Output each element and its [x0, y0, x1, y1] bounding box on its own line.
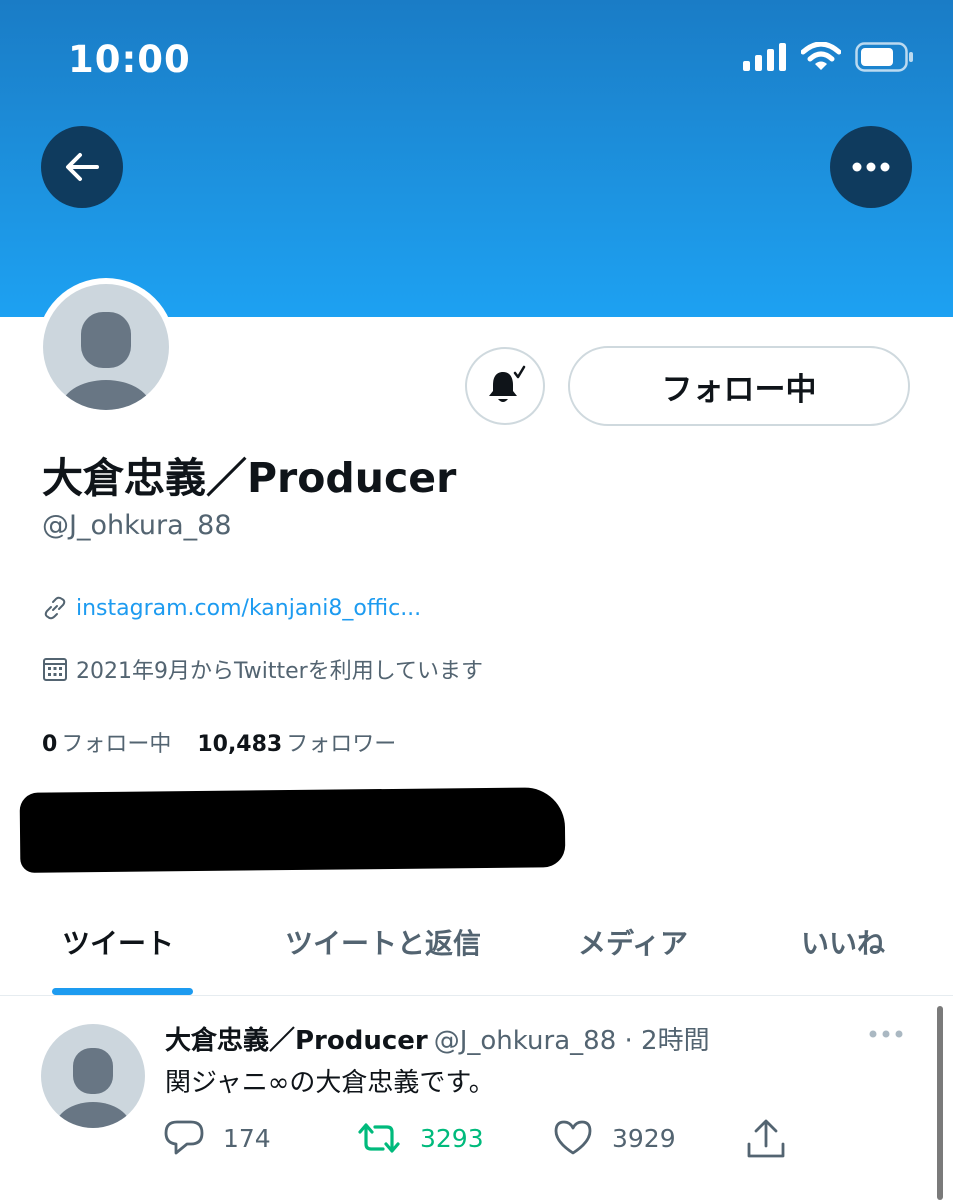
active-tab-indicator: [52, 988, 193, 995]
reply-button[interactable]: 174: [163, 1118, 271, 1158]
battery-icon: [855, 42, 913, 72]
retweet-count: 3293: [420, 1123, 484, 1153]
follow-counts: 0 フォロー中 10,483 フォロワー: [42, 726, 396, 758]
more-icon: [852, 162, 890, 172]
profile-handle: @J_ohkura_88: [42, 510, 232, 541]
notifications-button[interactable]: [465, 347, 545, 425]
redacted-area: [19, 787, 566, 873]
back-arrow-icon: [66, 153, 99, 181]
tab-tweets[interactable]: ツイート: [62, 922, 174, 962]
signal-icon: [743, 43, 786, 71]
following-count-number: 0: [42, 732, 58, 757]
profile-avatar[interactable]: [37, 278, 175, 416]
followers-count-number: 10,483: [197, 732, 283, 757]
default-avatar-icon: [60, 312, 152, 410]
more-icon: [869, 1030, 903, 1038]
reply-count: 174: [223, 1123, 271, 1153]
tab-media[interactable]: メディア: [578, 922, 688, 962]
link-icon: [44, 596, 66, 620]
tweet-text: 関ジャニ∞の大倉忠義です。: [165, 1068, 495, 1098]
joined-date: 2021年9月からTwitterを利用しています: [76, 659, 484, 684]
following-count[interactable]: 0 フォロー中: [42, 726, 171, 758]
tweet-header: 大倉忠義／Producer @J_ohkura_88 · 2時間: [165, 1020, 710, 1057]
status-icons: [743, 42, 915, 72]
following-button[interactable]: フォロー中: [568, 346, 910, 426]
like-icon: [554, 1120, 592, 1155]
tab-tweets-and-replies[interactable]: ツイートと返信: [285, 922, 481, 962]
profile-link-row[interactable]: instagram.com/kanjani8_offic...: [42, 595, 421, 621]
bell-icon: [489, 365, 526, 402]
profile-display-name: 大倉忠義／Producer: [42, 454, 457, 502]
back-button[interactable]: [41, 126, 123, 208]
wifi-icon: [801, 42, 841, 70]
more-options-button[interactable]: [830, 126, 912, 208]
calendar-icon: [43, 658, 67, 681]
tweet-avatar[interactable]: [41, 1024, 145, 1128]
followers-count-label: フォロワー: [286, 732, 397, 757]
tweet-more-button[interactable]: [868, 1024, 904, 1043]
status-time: 10:00: [68, 38, 191, 81]
following-count-label: フォロー中: [61, 732, 172, 757]
share-icon: [747, 1119, 785, 1158]
share-button[interactable]: [746, 1118, 786, 1160]
tab-likes[interactable]: いいね: [801, 922, 885, 962]
tweet-meta: @J_ohkura_88 · 2時間: [433, 1026, 710, 1056]
followers-count[interactable]: 10,483 フォロワー: [197, 726, 396, 758]
tweet-author-name[interactable]: 大倉忠義／Producer: [165, 1026, 428, 1056]
default-avatar-icon: [55, 1048, 131, 1128]
retweet-button[interactable]: 3293: [356, 1118, 484, 1158]
profile-tabs: ツイート ツイートと返信 メディア いいね: [0, 900, 953, 996]
joined-row: 2021年9月からTwitterを利用しています: [42, 653, 483, 685]
profile-link[interactable]: instagram.com/kanjani8_offic...: [76, 596, 421, 621]
scrollbar[interactable]: [937, 1006, 943, 1200]
tweet-item[interactable]: 大倉忠義／Producer @J_ohkura_88 · 2時間 関ジャニ∞の大倉…: [0, 1000, 953, 1200]
like-button[interactable]: 3929: [552, 1118, 676, 1158]
retweet-icon: [358, 1123, 400, 1153]
reply-icon: [164, 1120, 204, 1155]
like-count: 3929: [612, 1123, 676, 1153]
